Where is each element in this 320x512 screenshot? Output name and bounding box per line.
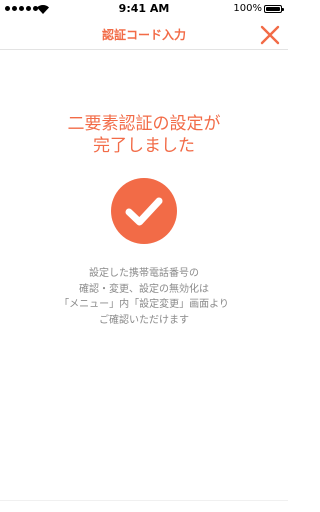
message-line: ご確認いただけます [99, 314, 189, 326]
battery-percent: 100% [233, 3, 262, 14]
message-line: 「メニュー」内「設定変更」画面より [59, 299, 229, 310]
message-line: 設定した携帯電話番号の [89, 268, 199, 279]
close-icon [260, 25, 280, 45]
page-title: 認証コード入力 [101, 28, 186, 42]
status-bar: 9:41 AM 100% [0, 0, 288, 20]
navigation-header: 認証コード入力 [0, 20, 288, 50]
battery-icon [264, 5, 284, 13]
close-button[interactable] [256, 21, 284, 49]
message-line: 確認・変更、設定の無効化は [79, 283, 209, 295]
headline-line-1: 二要素認証の設定が [67, 114, 221, 134]
bottom-divider [0, 500, 288, 501]
check-circle-icon [111, 178, 177, 244]
info-message: 設定した携帯電話番号の 確認・変更、設定の無効化は 「メニュー」内「設定変更」画… [0, 266, 288, 328]
checkmark-icon [125, 197, 163, 226]
completion-headline: 二要素認証の設定が 完了しました [0, 113, 288, 157]
headline-line-2: 完了しました [93, 136, 195, 156]
